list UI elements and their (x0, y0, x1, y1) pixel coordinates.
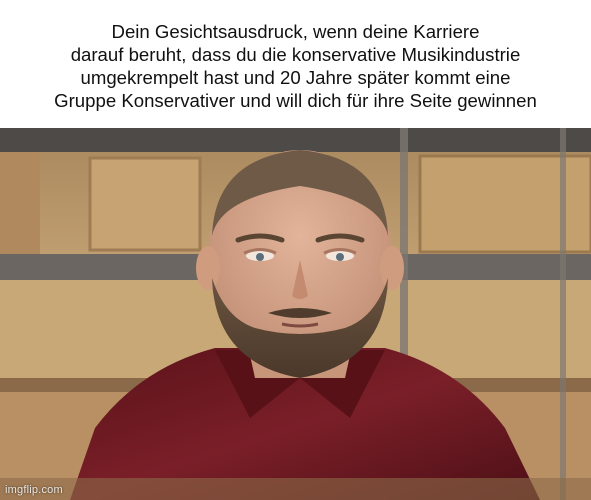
caption-text: Dein Gesichtsausdruck, wenn deine Karrie… (54, 21, 537, 111)
photo-illustration (0, 128, 591, 500)
imgflip-watermark: imgflip.com (5, 484, 63, 496)
top-rail (0, 128, 591, 152)
caption-area: Dein Gesichtsausdruck, wenn deine Karrie… (0, 0, 591, 128)
meme-canvas: Dein Gesichtsausdruck, wenn deine Karrie… (0, 0, 591, 500)
meme-photo: imgflip.com (0, 128, 591, 500)
